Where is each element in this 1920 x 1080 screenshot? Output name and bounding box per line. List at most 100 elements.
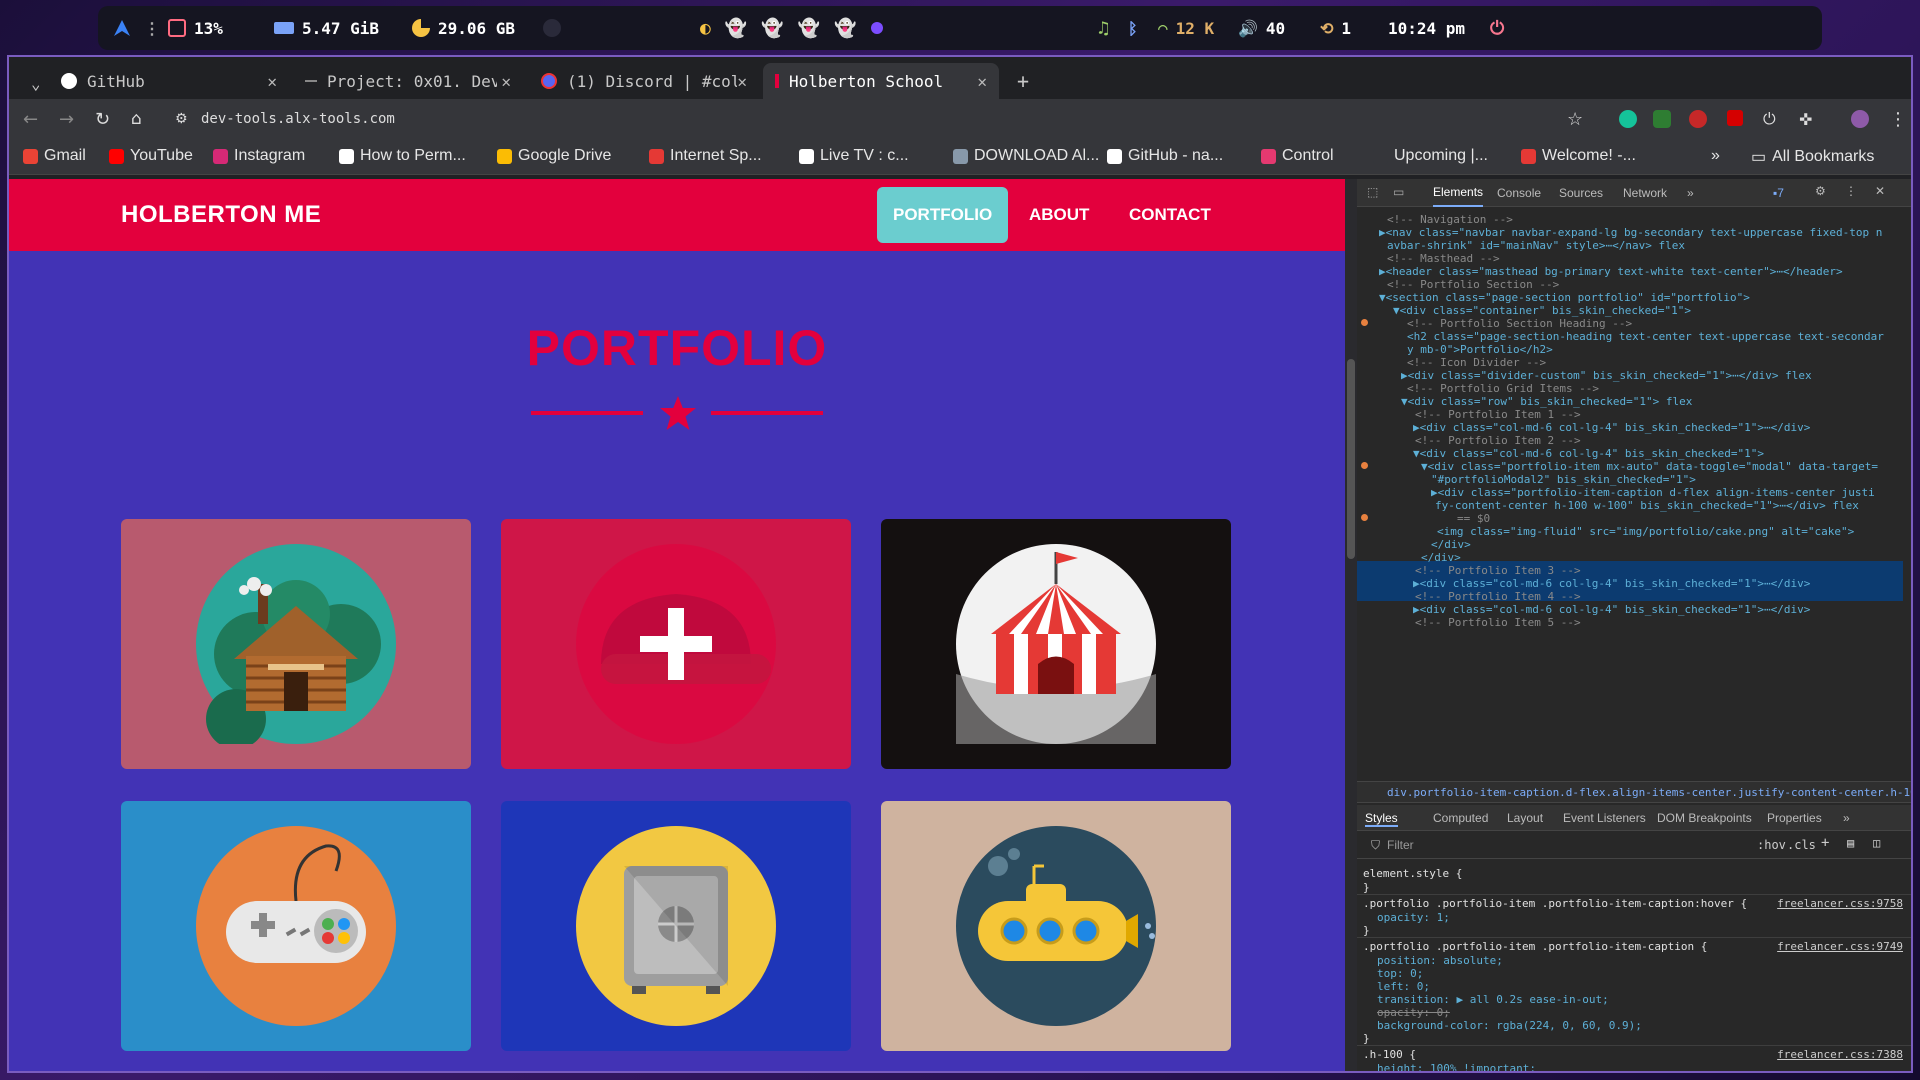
moon-icon[interactable]: ◐ <box>700 18 711 39</box>
dom-comment-line[interactable]: == $0 <box>1457 512 1490 525</box>
bookmark-item[interactable]: Instagram <box>213 147 305 165</box>
bookmark-star-icon[interactable]: ☆ <box>1567 109 1583 130</box>
scroll-thumb[interactable] <box>1347 359 1355 559</box>
menu-dots-icon[interactable]: ⋮ <box>144 6 160 50</box>
portfolio-item-cabin[interactable] <box>121 519 471 769</box>
css-source-link[interactable]: freelancer.css:7388 <box>1777 1048 1903 1061</box>
styles-filter-input[interactable]: Filter <box>1387 838 1414 852</box>
cls-toggle[interactable]: .cls <box>1787 838 1816 852</box>
dom-node-line[interactable]: fy-content-center h-100 w-100" bis_skin_… <box>1435 499 1859 512</box>
ghost-icon[interactable]: 👻 <box>761 18 783 39</box>
ghost-icon[interactable]: 👻 <box>725 18 747 39</box>
address-bar[interactable]: dev-tools.alx-tools.com <box>201 111 395 127</box>
inspect-icon[interactable]: ⬚ <box>1367 185 1378 199</box>
add-rule-icon[interactable]: + <box>1821 835 1829 851</box>
computed-sidebar-icon[interactable]: ◫ <box>1873 836 1880 850</box>
page-scrollbar[interactable] <box>1345 179 1357 1071</box>
bookmark-item[interactable]: Upcoming |... <box>1373 147 1488 165</box>
all-bookmarks-button[interactable]: ▭ All Bookmarks <box>1751 147 1874 167</box>
extension-shield-icon[interactable] <box>1653 110 1671 128</box>
tab-elements[interactable]: Elements <box>1433 179 1484 207</box>
device-toolbar-icon[interactable]: ▭ <box>1393 185 1404 199</box>
bookmarks-overflow-button[interactable]: » <box>1711 147 1720 165</box>
dom-comment-line[interactable]: <!-- Portfolio Section --> <box>1387 278 1559 291</box>
dom-comment-line[interactable]: <!-- Icon Divider --> <box>1407 356 1546 369</box>
dom-node-line[interactable]: </div> <box>1431 538 1471 551</box>
home-icon[interactable]: ⌂ <box>131 109 142 129</box>
css-source-link[interactable]: freelancer.css:9749 <box>1777 940 1903 953</box>
portfolio-item-controller[interactable] <box>121 801 471 1051</box>
dom-comment-line[interactable]: <!-- Portfolio Item 1 --> <box>1415 408 1581 421</box>
element-state-icon[interactable]: ▤ <box>1847 836 1854 850</box>
close-icon[interactable]: ✕ <box>501 72 511 91</box>
dom-breadcrumb[interactable]: div.portfolio-item-caption.d-flex.align-… <box>1357 781 1911 803</box>
bookmark-item[interactable]: Internet Sp... <box>649 147 762 165</box>
css-selector[interactable]: .portfolio .portfolio-item .portfolio-it… <box>1363 897 1747 910</box>
more-tabs-button[interactable]: » <box>1687 179 1694 207</box>
styles-subtab[interactable]: » <box>1843 811 1850 825</box>
dom-node-line[interactable]: ▶<div class="col-md-6 col-lg-4" bis_skin… <box>1413 603 1810 616</box>
dom-node-line[interactable]: ▼<div class="container" bis_skin_checked… <box>1393 304 1691 317</box>
settings-gear-icon[interactable]: ⚙ <box>1815 184 1826 198</box>
site-brand[interactable]: HOLBERTON ME <box>121 201 321 229</box>
profile-avatar[interactable] <box>1851 110 1869 128</box>
portfolio-item-circus[interactable] <box>881 519 1231 769</box>
bookmark-item[interactable]: DOWNLOAD Al... <box>953 147 1099 165</box>
css-selector[interactable]: .portfolio .portfolio-item .portfolio-it… <box>1363 940 1707 953</box>
power-icon[interactable]: ⏻ <box>1490 6 1504 50</box>
ghost-icon[interactable]: 👻 <box>798 18 820 39</box>
bookmark-item[interactable]: Control <box>1261 147 1334 165</box>
dom-comment-line[interactable]: <!-- Portfolio Item 2 --> <box>1415 434 1581 447</box>
dom-node-line[interactable]: ▶<header class="masthead bg-primary text… <box>1379 265 1843 278</box>
css-source-link[interactable]: freelancer.css:9758 <box>1777 897 1903 910</box>
portfolio-item-safe[interactable] <box>501 801 851 1051</box>
dom-node-line[interactable]: ▼<div class="row" bis_skin_checked="1"> … <box>1401 395 1692 408</box>
bookmark-item[interactable]: Google Drive <box>497 147 611 165</box>
styles-subtab[interactable]: Layout <box>1507 811 1543 825</box>
tab-discord[interactable]: (1) Discord | #col ✕ <box>529 63 759 99</box>
css-selector[interactable]: .h-100 { <box>1363 1048 1416 1061</box>
dom-node-line[interactable]: ▼<div class="portfolio-item mx-auto" dat… <box>1421 460 1878 473</box>
nav-contact[interactable]: CONTACT <box>1129 187 1211 243</box>
css-selector[interactable]: element.style { <box>1363 867 1462 880</box>
ghost-icon[interactable]: 👻 <box>834 18 856 39</box>
dom-comment-line[interactable]: <!-- Masthead --> <box>1387 252 1500 265</box>
styles-subtab[interactable]: Event Listeners <box>1563 811 1646 825</box>
dom-comment-line[interactable]: <!-- Portfolio Item 3 --> <box>1415 564 1581 577</box>
issues-badge[interactable]: ▪7 <box>1773 186 1784 200</box>
bookmark-item[interactable]: GitHub - na... <box>1107 147 1223 165</box>
launcher-icon[interactable] <box>112 6 132 50</box>
tab-github[interactable]: GitHub ✕ <box>49 63 289 99</box>
workspace-circle-icon[interactable] <box>870 22 883 34</box>
dom-node-line[interactable]: avbar-shrink" id="mainNav" style>⋯</nav>… <box>1387 239 1685 252</box>
dom-comment-line[interactable]: <!-- Navigation --> <box>1387 213 1513 226</box>
bookmark-item[interactable]: Live TV : c... <box>799 147 909 165</box>
css-property[interactable]: height: 100% !important; <box>1377 1062 1536 1071</box>
dom-node-line[interactable]: y mb-0">Portfolio</h2> <box>1407 343 1553 356</box>
music-icon[interactable]: ♫ <box>1098 6 1109 50</box>
grammarly-icon[interactable] <box>1619 110 1637 128</box>
close-icon[interactable]: ✕ <box>737 72 747 91</box>
tab-console[interactable]: Console <box>1497 179 1541 207</box>
dom-comment-line[interactable]: <!-- Portfolio Grid Items --> <box>1407 382 1599 395</box>
css-property[interactable]: top: 0; <box>1377 967 1423 980</box>
portfolio-item-submarine[interactable] <box>881 801 1231 1051</box>
css-property[interactable]: transition: ▶ all 0.2s ease-in-out; <box>1377 993 1609 1006</box>
tab-project[interactable]: Project: 0x01. Dev ✕ <box>293 63 523 99</box>
dom-node-line[interactable]: ▼<section class="page-section portfolio"… <box>1379 291 1750 304</box>
dom-node-line[interactable]: "#portfolioModal2" bis_skin_checked="1"> <box>1431 473 1696 486</box>
bookmark-item[interactable]: YouTube <box>109 147 193 165</box>
dom-node-line[interactable]: </div> <box>1421 551 1461 564</box>
dom-node-line[interactable]: ▼<div class="col-md-6 col-lg-4" bis_skin… <box>1413 447 1764 460</box>
extensions-puzzle-icon[interactable]: ✜ <box>1799 110 1812 129</box>
css-property[interactable]: opacity: 1; <box>1377 911 1450 924</box>
styles-subtab[interactable]: DOM Breakpoints <box>1657 811 1752 825</box>
wifi-indicator[interactable]: ◠ 12 K <box>1158 6 1214 50</box>
dom-node-line[interactable]: ▶<div class="divider-custom" bis_skin_ch… <box>1401 369 1812 382</box>
dom-node-line[interactable]: ▶<div class="portfolio-item-caption d-fl… <box>1431 486 1875 499</box>
dom-comment-line[interactable]: <!-- Portfolio Item 4 --> <box>1415 590 1581 603</box>
extension-red-icon[interactable] <box>1689 110 1707 128</box>
css-property[interactable]: opacity: 0; <box>1377 1006 1450 1019</box>
updates-indicator[interactable]: ⟲ 1 <box>1320 6 1351 50</box>
dom-comment-line[interactable]: <!-- Portfolio Section Heading --> <box>1407 317 1632 330</box>
